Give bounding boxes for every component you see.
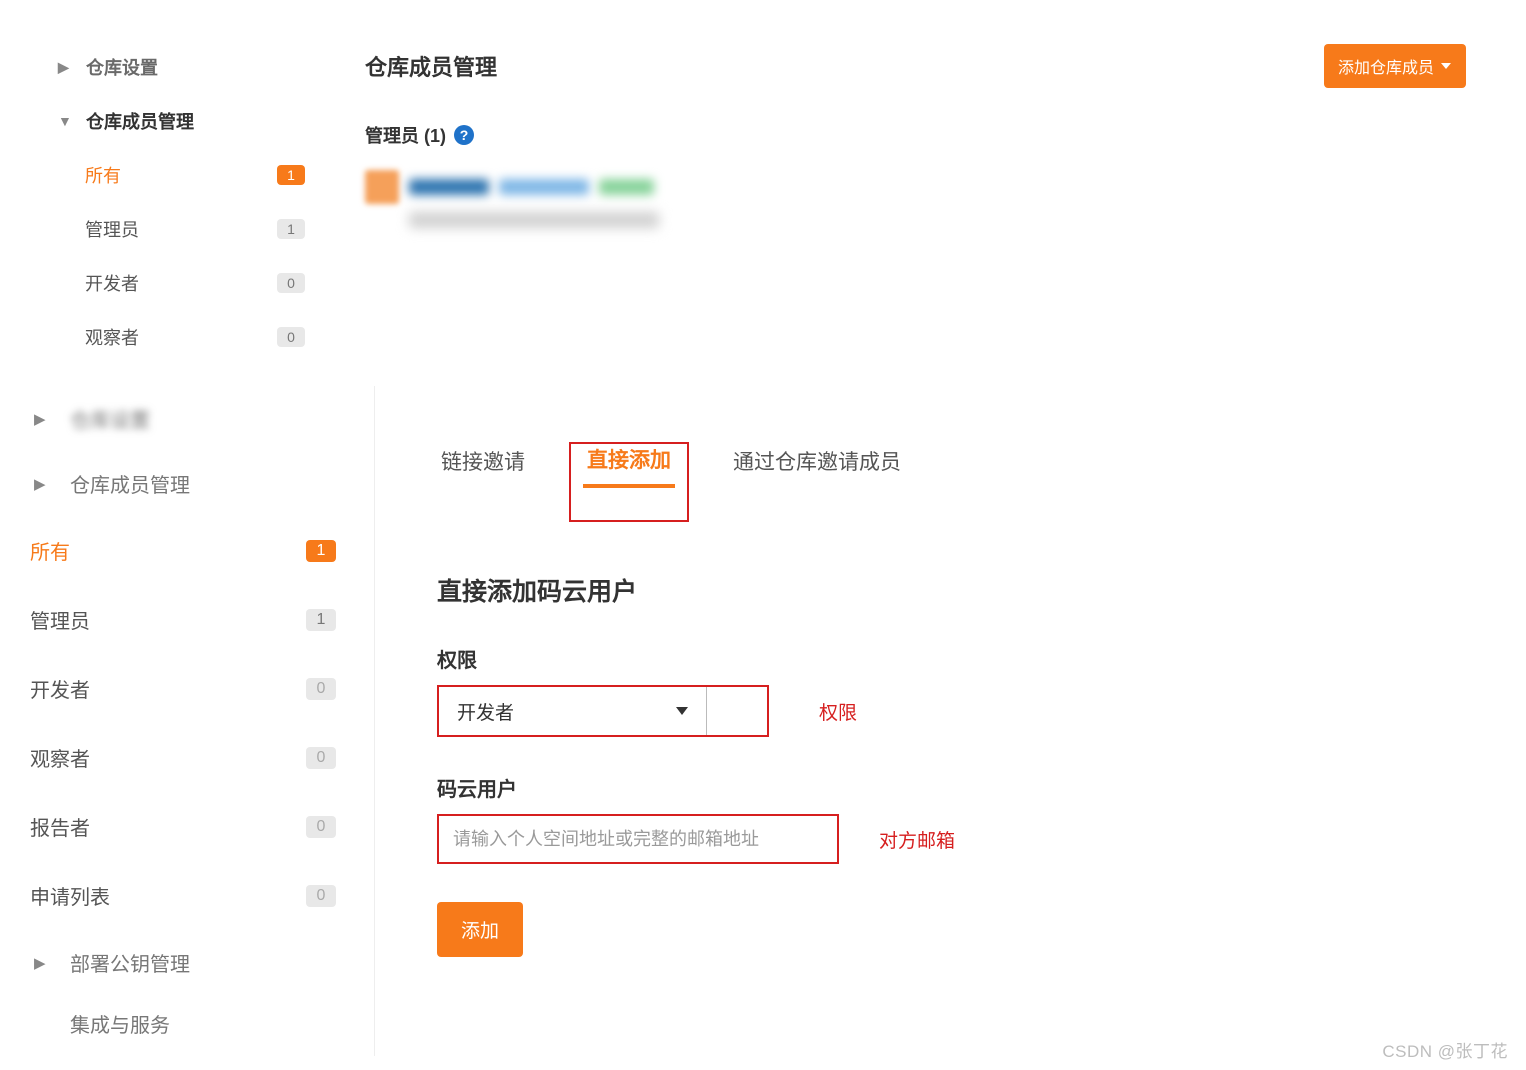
annotation-permission: 权限 bbox=[819, 698, 857, 725]
add-member-button-label: 添加仓库成员 bbox=[1338, 54, 1434, 78]
chevron-down-icon bbox=[676, 707, 688, 715]
sidebar-item-developer[interactable]: 开发者 0 bbox=[30, 256, 335, 310]
count-badge: 0 bbox=[277, 273, 305, 293]
watermark: CSDN @张丁花 bbox=[1382, 1037, 1508, 1062]
sidebar-item-all[interactable]: 所有 1 bbox=[0, 516, 374, 585]
sidebar-item-requests[interactable]: 申请列表 0 bbox=[0, 861, 374, 930]
top-main: 仓库成员管理 添加仓库成员 管理员 (1) ? bbox=[335, 20, 1526, 384]
page-title: 仓库成员管理 bbox=[365, 50, 497, 82]
count-badge: 1 bbox=[277, 165, 305, 185]
chevron-right-icon: ▶ bbox=[58, 59, 72, 76]
blur-pill bbox=[599, 179, 654, 195]
chevron-right-icon: ▶ bbox=[34, 410, 46, 428]
sidebar-section-label: 仓库设置 bbox=[86, 54, 158, 80]
chevron-right-icon: ▶ bbox=[34, 954, 46, 972]
sidebar-item-developer[interactable]: 开发者 0 bbox=[0, 654, 374, 723]
count-badge: 0 bbox=[306, 747, 336, 769]
count-badge: 0 bbox=[277, 327, 305, 347]
sidebar-section-members[interactable]: ▶ 仓库成员管理 bbox=[0, 451, 374, 516]
sidebar-section-label: 仓库成员管理 bbox=[70, 469, 190, 498]
count-badge: 0 bbox=[306, 816, 336, 838]
tab-repo-invite[interactable]: 通过仓库邀请成员 bbox=[729, 446, 905, 486]
section-heading: 直接添加码云用户 bbox=[437, 572, 1486, 608]
bottom-main: 链接邀请 直接添加 通过仓库邀请成员 直接添加码云用户 权限 开发者 权限 bbox=[375, 386, 1526, 1056]
sidebar-section-deploy-keys[interactable]: ▶ 部署公钥管理 bbox=[0, 930, 374, 995]
sidebar-section-label: 部署公钥管理 bbox=[70, 948, 190, 977]
count-badge: 1 bbox=[277, 219, 305, 239]
blur-row bbox=[409, 212, 659, 228]
sidebar-item-label: 观察者 bbox=[85, 324, 139, 350]
sidebar-item-observer[interactable]: 观察者 0 bbox=[30, 310, 335, 364]
tab-link-invite[interactable]: 链接邀请 bbox=[437, 446, 529, 486]
chevron-down-icon: ▼ bbox=[58, 113, 72, 129]
sidebar-item-label: 管理员 bbox=[85, 216, 139, 242]
help-icon[interactable]: ? bbox=[454, 125, 474, 145]
sidebar-item-reporter[interactable]: 报告者 0 bbox=[0, 792, 374, 861]
sidebar-section-label: 集成与服务 bbox=[70, 1009, 170, 1038]
add-button[interactable]: 添加 bbox=[437, 902, 523, 957]
sidebar-item-observer[interactable]: 观察者 0 bbox=[0, 723, 374, 792]
user-label: 码云用户 bbox=[437, 773, 1486, 802]
avatar bbox=[365, 170, 399, 204]
sidebar-item-label: 开发者 bbox=[30, 674, 90, 703]
sidebar-item-label: 报告者 bbox=[30, 812, 90, 841]
sidebar-item-label: 管理员 bbox=[30, 605, 90, 634]
count-badge: 1 bbox=[306, 609, 336, 631]
blur-pill bbox=[499, 179, 589, 195]
sidebar-item-label: 所有 bbox=[30, 536, 70, 565]
sidebar-section-settings[interactable]: ▶ 仓库设置 bbox=[0, 386, 374, 451]
sidebar-item-label: 观察者 bbox=[30, 743, 90, 772]
blur-pill bbox=[409, 179, 489, 195]
count-badge: 0 bbox=[306, 885, 336, 907]
sidebar-section-label: 仓库成员管理 bbox=[86, 108, 194, 134]
count-badge: 0 bbox=[306, 678, 336, 700]
sidebar-item-admin[interactable]: 管理员 1 bbox=[0, 585, 374, 654]
tab-direct-add[interactable]: 直接添加 bbox=[583, 444, 675, 488]
admins-label: 管理员 (1) bbox=[365, 122, 446, 148]
sidebar-item-label: 申请列表 bbox=[30, 881, 110, 910]
sidebar-section-label: 仓库设置 bbox=[70, 404, 150, 433]
bottom-sidebar: ▶ 仓库设置 ▶ 仓库成员管理 所有 1 管理员 1 开发者 0 观察者 0 bbox=[0, 386, 375, 1056]
permission-select[interactable]: 开发者 bbox=[437, 685, 769, 737]
add-member-button[interactable]: 添加仓库成员 bbox=[1324, 44, 1466, 88]
chevron-right-icon: ▶ bbox=[34, 475, 46, 493]
sidebar-item-admin[interactable]: 管理员 1 bbox=[30, 202, 335, 256]
count-badge: 1 bbox=[306, 540, 336, 562]
sidebar-item-label: 所有 bbox=[85, 162, 121, 188]
annotation-email: 对方邮箱 bbox=[879, 826, 955, 853]
chevron-down-icon bbox=[1440, 60, 1452, 72]
sidebar-item-label: 开发者 bbox=[85, 270, 139, 296]
user-input[interactable] bbox=[437, 814, 839, 864]
permission-label: 权限 bbox=[437, 644, 1486, 673]
select-spacer bbox=[707, 687, 767, 735]
top-sidebar: ▶ 仓库设置 ▼ 仓库成员管理 所有 1 管理员 1 开发者 0 观察者 0 bbox=[0, 20, 335, 384]
sidebar-item-all[interactable]: 所有 1 bbox=[30, 148, 335, 202]
sidebar-section-settings[interactable]: ▶ 仓库设置 bbox=[30, 40, 335, 94]
sidebar-section-integrations[interactable]: 集成与服务 bbox=[0, 995, 374, 1056]
permission-value: 开发者 bbox=[457, 698, 514, 725]
sidebar-section-members[interactable]: ▼ 仓库成员管理 bbox=[30, 94, 335, 148]
highlight-box: 直接添加 bbox=[569, 442, 689, 522]
member-row bbox=[365, 170, 1466, 204]
